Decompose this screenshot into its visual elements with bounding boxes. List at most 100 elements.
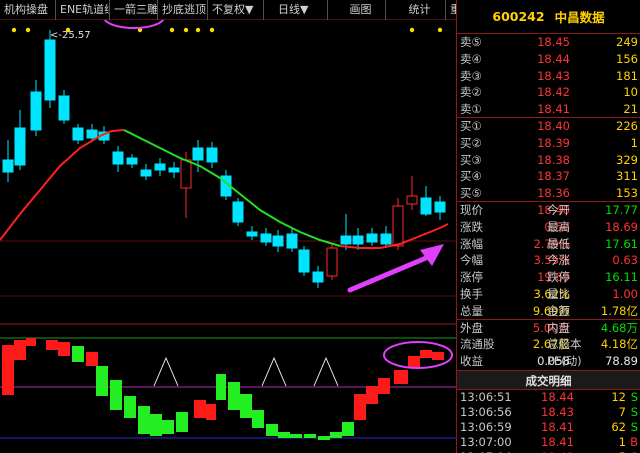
trade-direction: B	[630, 434, 638, 449]
quote-row: 换手 3.62% 量比 1.00	[457, 286, 640, 303]
quote-value: 1.78亿	[600, 303, 638, 318]
order-book-row: 买② 18.39 1	[457, 135, 640, 152]
tab-institution-trading[interactable]: 机构操盘	[0, 0, 56, 20]
chart-toolbar: 机构操盘 ENE轨道线 一箭三雕 抄底逃顶 不复权▼ 日线▼ 画图 统计 重置K…	[0, 0, 456, 20]
order-price: 18.38	[537, 152, 570, 167]
trade-row: 13:06:59 18.41 62 S	[457, 420, 640, 435]
order-book-row: 买⑤ 18.36 153	[457, 185, 640, 202]
tab-one-arrow-three-eagles[interactable]: 一箭三雕	[110, 0, 158, 20]
trade-direction: S	[630, 389, 638, 404]
order-price: 18.37	[537, 169, 570, 184]
osc-bar-up	[206, 404, 216, 420]
candle-body	[286, 233, 298, 249]
order-volume: 1	[630, 135, 638, 150]
order-book-row: 卖③ 18.43 181	[457, 68, 640, 85]
order-price: 18.40	[537, 118, 570, 133]
trade-time: 13:06:51	[460, 389, 512, 404]
reset-kline-button[interactable]: 重置K线	[446, 0, 456, 20]
quote-label: 最高	[547, 219, 570, 234]
candle-body	[30, 91, 42, 131]
osc-triangle-marker	[313, 356, 339, 387]
order-level-label: 卖①	[460, 102, 482, 117]
osc-bar-up	[14, 340, 26, 360]
quote-label: 流通股	[460, 337, 495, 352]
order-price: 18.41	[537, 102, 570, 117]
quote-row: 外盘 5.00万 内盘 4.68万	[457, 320, 640, 337]
arrow-shaft	[347, 255, 429, 293]
candle-body	[14, 127, 26, 166]
candle-body	[58, 95, 70, 121]
tab-ene-channel[interactable]: ENE轨道线	[56, 0, 110, 20]
quote-label: 最低	[547, 236, 570, 251]
trade-detail-title: 成交明细	[457, 369, 640, 390]
order-price: 18.42	[537, 85, 570, 100]
order-book-row: 卖② 18.42 10	[457, 84, 640, 101]
quote-value: 17.77	[605, 202, 638, 217]
trade-volume: 12	[611, 389, 626, 404]
osc-bar-down	[278, 432, 290, 438]
quote-row: 涨跌 0.50 最高 18.69	[457, 219, 640, 236]
quote-row: 总量 9.69万 金额 1.78亿	[457, 303, 640, 320]
tab-bottom-top[interactable]: 抄底逃顶	[158, 0, 208, 20]
order-level-label: 买④	[460, 169, 482, 184]
osc-bar-down	[138, 406, 150, 434]
quote-label: 外盘	[460, 320, 483, 335]
stock-code: 600242	[492, 9, 545, 24]
order-volume: 311	[616, 169, 638, 184]
order-volume: 249	[616, 35, 638, 49]
candle-body	[420, 197, 432, 215]
candle-body	[434, 201, 446, 213]
candle-body	[406, 195, 418, 205]
trade-volume: 7	[618, 404, 626, 419]
osc-bar-down	[216, 374, 226, 400]
osc-bar-down	[290, 434, 302, 438]
candle-body	[192, 147, 204, 161]
quote-label: 换手	[460, 286, 483, 301]
osc-bar-up	[26, 338, 36, 346]
order-volume: 10	[623, 85, 638, 100]
adjust-rights-dropdown[interactable]: 不复权▼	[208, 0, 264, 20]
osc-bar-up	[394, 370, 408, 384]
osc-bar-down	[318, 436, 330, 440]
candle-body	[272, 235, 284, 247]
candle-body	[340, 235, 352, 245]
trade-detail-list: 13:06:51 18.44 12 S 13:06:56 18.43 7 S 13:06:59 1…	[457, 390, 640, 453]
order-price: 18.43	[537, 68, 570, 83]
trade-price: 18.44	[541, 389, 574, 404]
candle-body	[326, 247, 338, 277]
candle-body	[140, 169, 152, 177]
trade-volume: 1	[618, 434, 626, 449]
candle-body	[206, 147, 218, 163]
candle-body	[126, 157, 138, 165]
kline-chart[interactable]: <-25.57	[0, 0, 456, 453]
order-level-label: 卖③	[460, 68, 482, 83]
order-book-row: 卖⑤ 18.45 249	[457, 34, 640, 51]
statistics-button[interactable]: 统计	[394, 0, 446, 20]
quote-row: 收益 0.058 PE(动) 78.89	[457, 353, 640, 370]
draw-button[interactable]: 画图	[336, 0, 386, 20]
candle-body	[352, 235, 364, 245]
signal-dot	[195, 27, 201, 33]
osc-bar-up	[58, 342, 70, 356]
quote-value: 4.18亿	[600, 337, 638, 352]
quote-value: 18.69	[605, 219, 638, 234]
quote-label: 现价	[460, 202, 483, 217]
trade-time: 13:06:59	[460, 419, 512, 434]
candle-body	[168, 167, 180, 173]
order-level-label: 买①	[460, 118, 482, 133]
order-level-label: 买②	[460, 135, 482, 150]
trade-direction: S	[630, 404, 638, 419]
osc-triangle-marker	[153, 356, 179, 387]
candle-body	[298, 249, 310, 273]
osc-triangle-marker	[261, 356, 287, 387]
period-dropdown[interactable]: 日线▼	[274, 0, 328, 20]
order-book-row: 买④ 18.37 311	[457, 168, 640, 185]
signal-dot	[25, 27, 31, 33]
signal-dot	[11, 27, 17, 33]
osc-bar-down	[72, 346, 84, 362]
osc-bar-up	[420, 350, 432, 358]
quote-label: 内盘	[547, 320, 570, 335]
quote-label: PE(动)	[547, 354, 582, 369]
candle-body	[366, 233, 378, 243]
quote-label: 总股本	[547, 337, 582, 352]
